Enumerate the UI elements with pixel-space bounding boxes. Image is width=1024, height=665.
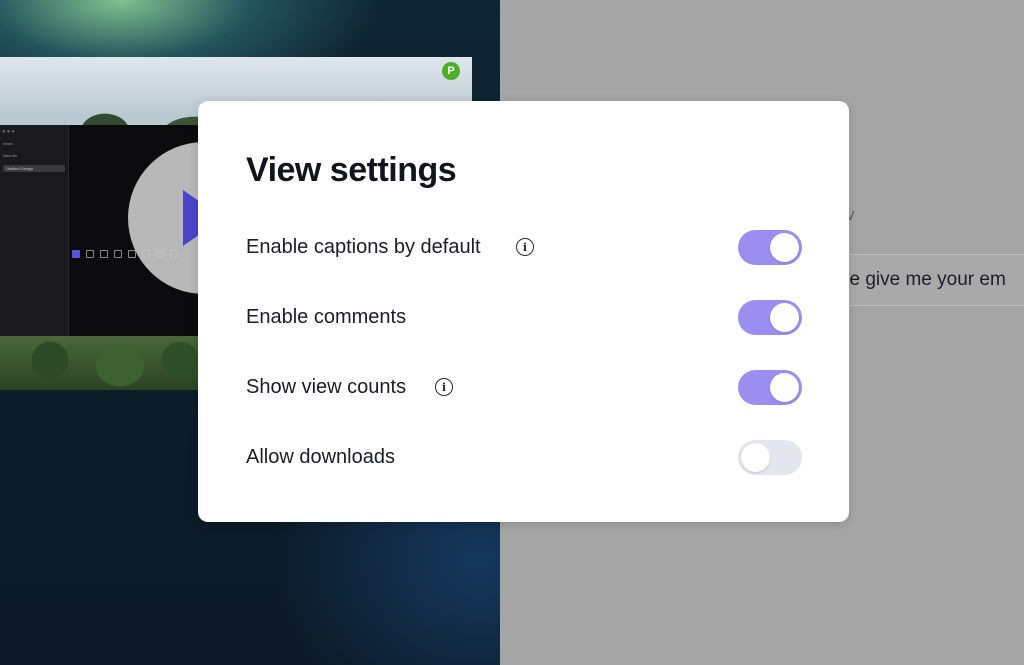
preview-sidebar-item-active: Untitled Design xyxy=(3,165,65,172)
shape-tool-icon xyxy=(114,250,122,258)
app-logo-icon: P xyxy=(442,62,460,80)
view-settings-modal: View settings Enable captions by default… xyxy=(198,101,849,522)
setting-row-view-counts: Show view counts i xyxy=(246,368,802,408)
toggle-knob xyxy=(770,233,799,262)
modal-title: View settings xyxy=(246,151,457,189)
toggle-captions[interactable] xyxy=(738,230,802,265)
info-icon[interactable]: i xyxy=(516,238,534,256)
toggle-knob xyxy=(770,373,799,402)
toggle-knob xyxy=(741,443,770,472)
preview-sidebar-item: New file xyxy=(3,153,18,158)
select-tool-icon xyxy=(72,250,80,258)
setting-label: Allow downloads xyxy=(246,446,395,468)
preview-sidebar-item: Inbox xyxy=(3,141,13,146)
setting-label: Enable captions by default xyxy=(246,236,481,258)
app-sidebar-preview: ●●● Inbox New file Untitled Design xyxy=(0,125,69,336)
toggle-downloads[interactable] xyxy=(738,440,802,475)
text-tool-icon xyxy=(100,250,108,258)
toggle-view-counts[interactable] xyxy=(738,370,802,405)
toggle-comments[interactable] xyxy=(738,300,802,335)
setting-row-captions: Enable captions by default i xyxy=(246,228,802,268)
setting-label: Show view counts xyxy=(246,376,407,398)
setting-row-downloads: Allow downloads xyxy=(246,438,802,478)
toggle-knob xyxy=(770,303,799,332)
info-icon[interactable]: i xyxy=(435,378,453,396)
window-controls-icon: ●●● xyxy=(2,129,16,135)
setting-row-comments: Enable comments xyxy=(246,298,802,338)
setting-label: Enable comments xyxy=(246,306,407,328)
frame-tool-icon xyxy=(86,250,94,258)
